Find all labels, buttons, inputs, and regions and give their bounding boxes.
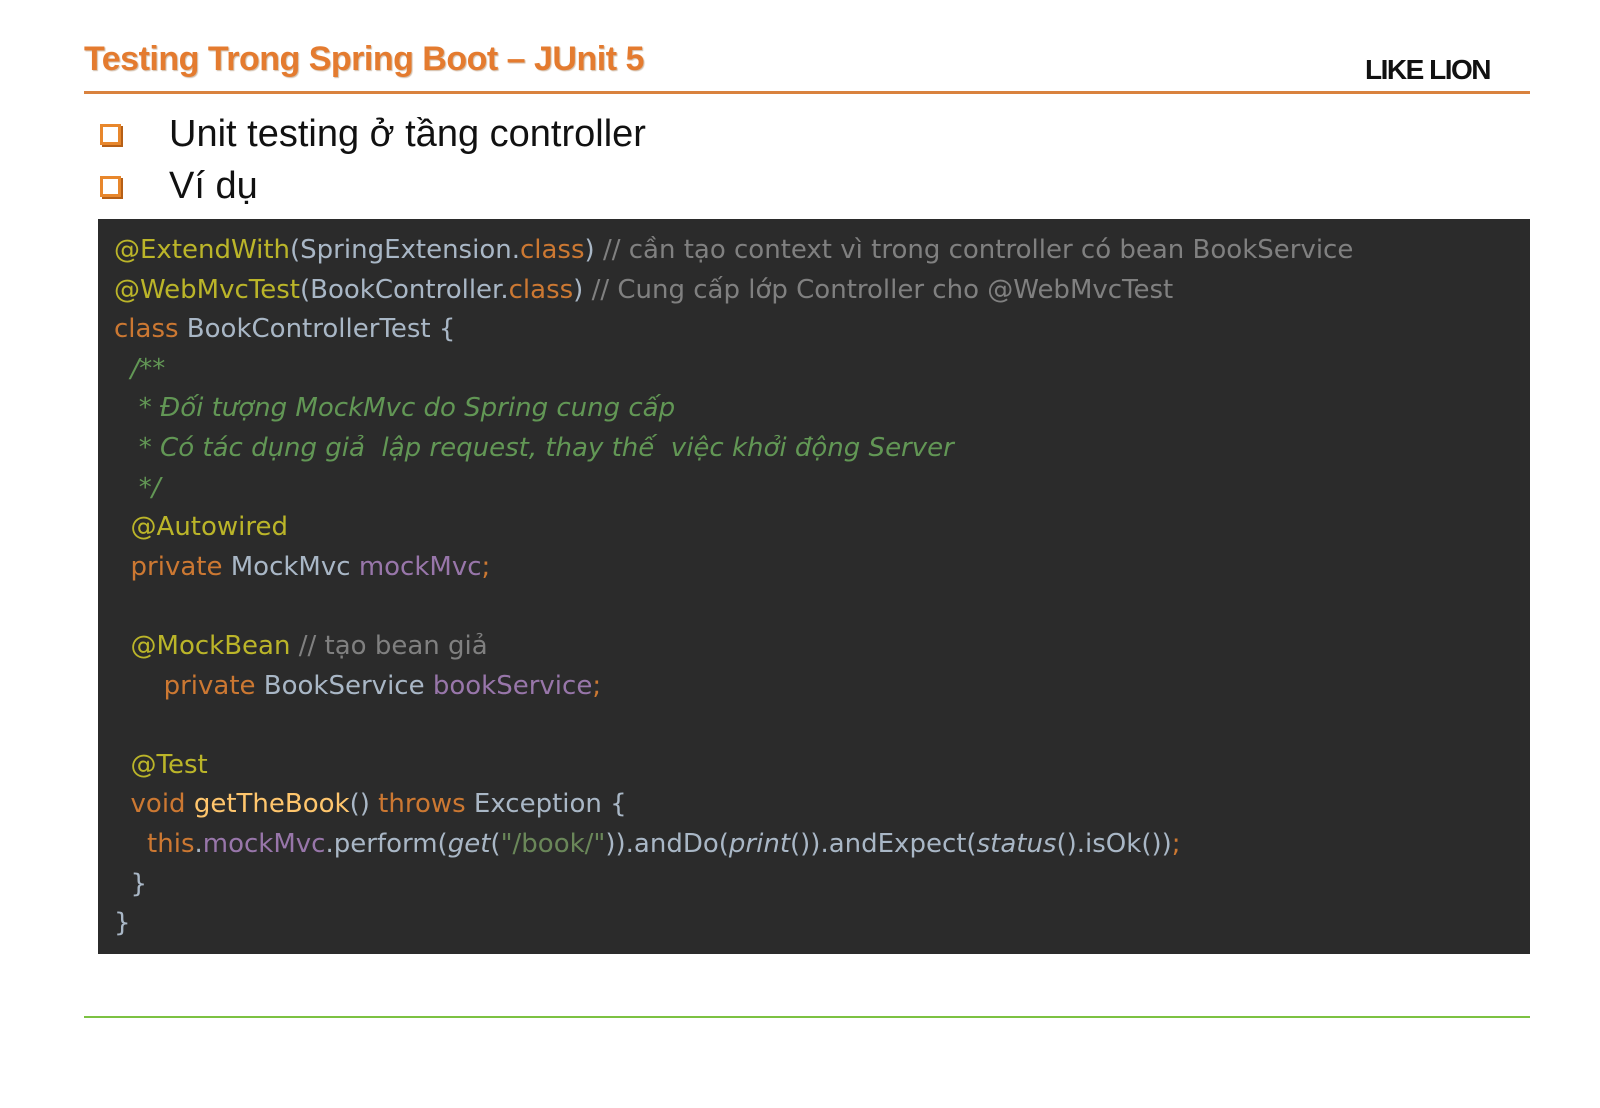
code-token: . [194,828,203,859]
code-token: BookControllerTest { [178,314,456,345]
code-token: (BookController. [300,274,509,305]
code-token: getTheBook [185,789,350,820]
brand-logo: LIKE LION [1365,54,1491,85]
code-token: ; [481,551,491,582]
code-token: private [114,551,223,582]
bullet-item: Ví dụ [100,160,646,212]
code-token: this [114,828,195,859]
code-token: @Autowired [114,512,289,543]
code-string: "/book/" [500,828,606,859]
code-token: bookService [432,670,593,701]
header-divider [84,91,1530,94]
code-token: @ExtendWith [114,235,291,265]
code-line: @Test [114,746,1530,786]
bullet-text: Unit testing ở tầng controller [169,112,646,155]
code-token: } [114,868,148,899]
code-line: * Có tác dụng giả lập request, thay thế … [114,429,1530,469]
slide-title: Testing Trong Spring Boot – JUnit 5 [84,40,644,78]
code-line: } [114,904,1530,944]
code-doc-comment: * Đối tượng MockMvc do Spring cung cấp [114,393,676,424]
code-token: @Test [114,749,208,780]
checkbox-bullet-icon [100,175,121,197]
code-line: this.mockMvc.perform(get("/book/")).andD… [114,825,1530,865]
code-doc-comment: */ [114,472,161,503]
code-line: * Đối tượng MockMvc do Spring cung cấp [114,389,1530,429]
code-comment: // cần tạo context vì trong controller c… [602,235,1354,265]
code-doc-comment: /** [114,353,166,384]
code-token: BookService [255,670,433,701]
code-token: ( [490,828,501,859]
code-token: private [114,670,256,701]
code-token: ) [584,235,603,265]
bullet-text: Ví dụ [169,164,258,207]
code-token: ; [1171,828,1181,859]
code-doc-comment: * Có tác dụng giả lập request, thay thế … [114,432,954,463]
code-token: } [114,908,131,939]
code-token: ()).andExpect( [790,828,977,859]
code-token: mockMvc [358,551,482,582]
code-line: class BookControllerTest { [114,310,1530,350]
code-token: )).andDo( [605,828,729,859]
code-line: private BookService bookService; [114,667,1530,707]
code-line: @ExtendWith(SpringExtension.class) // cầ… [114,231,1530,271]
code-token: get [447,828,491,859]
code-token: (SpringExtension. [290,235,520,265]
code-token: Exception { [465,789,627,820]
code-token: mockMvc [202,828,326,859]
code-token: void [114,789,186,820]
code-comment: // Cung cấp lớp Controller cho @WebMvcTe… [591,274,1174,305]
bullet-list: Unit testing ở tầng controller Ví dụ [100,108,646,212]
bullet-item: Unit testing ở tầng controller [100,108,646,160]
code-token: ) [573,274,592,305]
code-token: .perform( [325,828,448,859]
code-line: /** [114,350,1530,390]
code-line: } [114,865,1530,905]
code-token: @WebMvcTest [114,274,300,305]
code-line: @Autowired [114,508,1530,548]
code-token: ; [592,670,602,701]
code-token: ().isOk()) [1056,828,1172,859]
code-token: class [114,314,179,345]
code-token: class [519,235,585,265]
code-line: */ [114,469,1530,509]
code-block: @ExtendWith(SpringExtension.class) // cầ… [98,219,1530,954]
code-token: @MockBean [114,630,291,661]
code-token: () [349,789,379,820]
code-token: status [976,828,1057,859]
code-token: MockMvc [222,551,359,582]
code-line: @MockBean // tạo bean giả [114,627,1530,667]
code-line: void getTheBook() throws Exception { [114,785,1530,825]
code-comment: // tạo bean giả [290,630,488,661]
code-line: private MockMvc mockMvc; [114,548,1530,588]
code-token: print [728,828,791,859]
code-token: throws [378,789,466,820]
footer-divider [84,1016,1530,1018]
code-token: class [508,274,574,305]
checkbox-bullet-icon [100,123,121,145]
code-line: @WebMvcTest(BookController.class) // Cun… [114,271,1530,311]
